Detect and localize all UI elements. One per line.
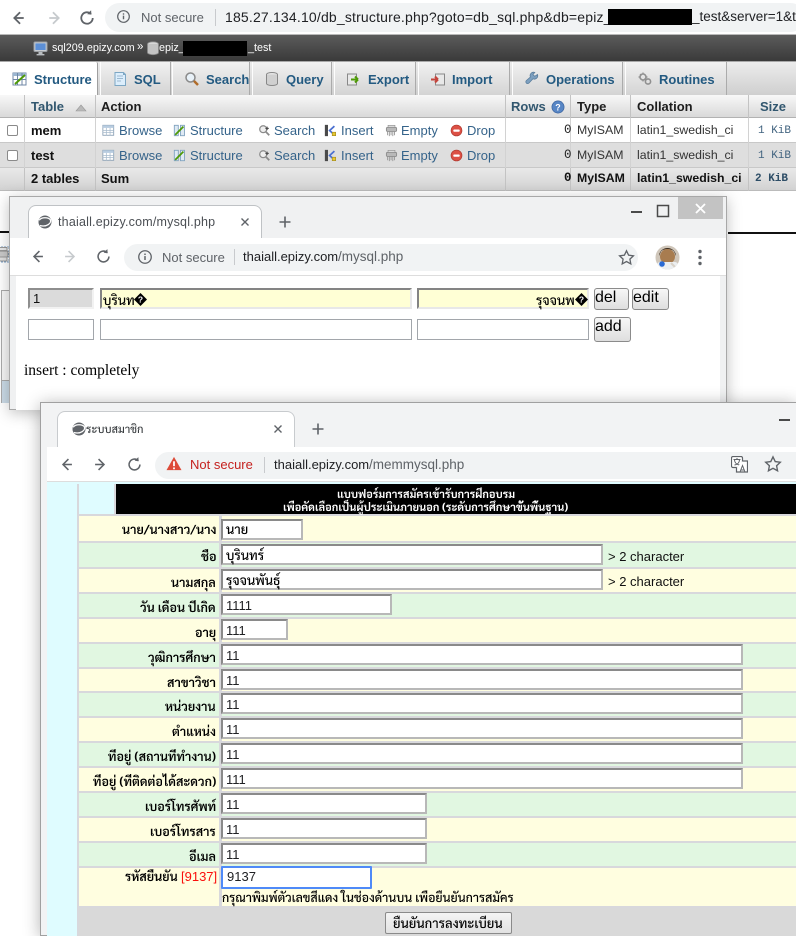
svg-text:?: ? — [555, 102, 560, 112]
svg-text:?: ? — [579, 295, 584, 305]
svg-text:?: ? — [138, 295, 143, 305]
